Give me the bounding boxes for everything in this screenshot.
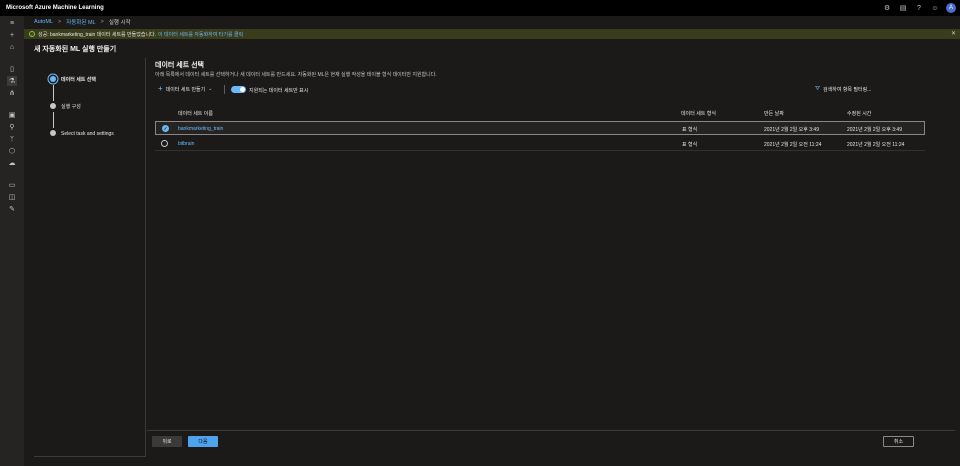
table-row[interactable]: ✓ bankmarketing_train 표 형식 2021년 2월 2일 오… xyxy=(155,121,925,135)
wizard-steps: 데이터 세트 선택 실행 구성 Select task and settings xyxy=(34,58,146,456)
divider xyxy=(147,430,955,431)
home-icon[interactable]: ⌂ xyxy=(7,42,17,52)
radio-icon[interactable] xyxy=(161,140,168,147)
notification-link[interactable]: 이 데이터 세트를 자동화하여 타기를 클릭 xyxy=(158,31,243,38)
filter-icon: ⛛ xyxy=(815,86,821,92)
step-task-settings[interactable]: Select task and settings xyxy=(61,131,114,137)
add-icon: + xyxy=(158,84,163,93)
breadcrumb: AutoML > 자동화된 ML > 실행 시작 xyxy=(34,16,131,27)
divider xyxy=(34,456,146,457)
table-row[interactable]: bitbrain 표 형식 2021년 2월 2일 오전 11:24 2021년… xyxy=(155,137,925,151)
next-button[interactable]: 다음 xyxy=(188,436,218,447)
feedback-icon[interactable]: ▤ xyxy=(898,3,908,13)
labeling-icon[interactable]: ✎ xyxy=(7,204,17,214)
avatar[interactable]: A xyxy=(946,3,956,13)
close-icon[interactable]: ✕ xyxy=(951,30,956,37)
designer-icon[interactable]: ⋔ xyxy=(7,88,17,98)
dataset-name-link[interactable]: bankmarketing_train xyxy=(178,126,223,132)
add-icon[interactable]: + xyxy=(7,30,17,40)
compute-icon[interactable]: ▭ xyxy=(7,180,17,190)
toggle-knob xyxy=(240,87,245,92)
breadcrumb-automl[interactable]: AutoML xyxy=(34,19,53,25)
chevron-down-icon: ⌄ xyxy=(208,86,213,92)
back-button[interactable]: 뒤로 xyxy=(152,436,182,447)
toggle-label: 지원되는 데이터 세트만 표시 xyxy=(249,88,309,94)
filter-input[interactable]: ⛛ 검색하여 항목 필터링... xyxy=(815,86,871,93)
datastores-icon[interactable]: ◫ xyxy=(7,192,17,202)
app-title: Microsoft Azure Machine Learning xyxy=(6,5,104,11)
notebook-icon[interactable]: ▯ xyxy=(7,64,17,74)
dataset-modified: 2021년 2월 2일 오후 3:49 xyxy=(847,127,902,133)
chevron-right-icon: > xyxy=(57,18,62,25)
dataset-type: 표 형식 xyxy=(682,127,698,133)
create-dataset-button[interactable]: + 데이터 세트 만들기 ⌄ xyxy=(158,85,212,93)
dataset-modified: 2021년 2월 2일 오전 11:24 xyxy=(847,142,905,148)
breadcrumb-current: 실행 시작 xyxy=(108,19,131,26)
section-title: 데이터 세트 선택 xyxy=(155,62,204,69)
dataset-type: 표 형식 xyxy=(682,142,698,148)
pipelines-icon[interactable]: ᛘ xyxy=(7,134,17,144)
top-bar: Microsoft Azure Machine Learning ⚙ ▤ ? ☺… xyxy=(0,0,960,16)
column-header-type[interactable]: 데이터 세트 형식 xyxy=(681,110,716,117)
success-check-icon: ✓ xyxy=(29,31,35,37)
settings-icon[interactable]: ⚙ xyxy=(882,3,892,13)
page-title: 새 자동화된 ML 실행 만들기 xyxy=(34,46,117,53)
step-select-dataset[interactable]: 데이터 세트 선택 xyxy=(61,76,96,83)
success-notification: ✓ 성공: bankmarketing_train 데이터 세트를 만들었습니다… xyxy=(24,29,960,39)
step-indicator-active xyxy=(50,76,56,82)
create-dataset-label: 데이터 세트 만들기 xyxy=(165,86,206,93)
breadcrumb-automated-ml[interactable]: 자동화된 ML xyxy=(66,18,95,26)
dataset-created: 2021년 2월 2일 오전 11:24 xyxy=(764,142,822,148)
divider xyxy=(224,85,225,94)
column-header-created[interactable]: 만든 날짜 xyxy=(764,110,784,117)
cancel-button[interactable]: 취소 xyxy=(883,436,914,447)
endpoints-icon[interactable]: ☁ xyxy=(7,158,17,168)
step-connector xyxy=(52,85,54,101)
left-nav: ≡ + ⌂ ▯ ⚗ ⋔ ▣ ⚲ ᛘ ⬡ ☁ ▭ ◫ ✎ xyxy=(0,16,24,466)
chevron-right-icon: > xyxy=(100,18,104,25)
dataset-name-link[interactable]: bitbrain xyxy=(178,141,194,147)
supported-only-toggle[interactable] xyxy=(231,86,246,93)
models-icon[interactable]: ⬡ xyxy=(7,146,17,156)
checkmark-icon[interactable]: ✓ xyxy=(162,125,169,132)
dataset-created: 2021년 2월 2일 오후 3:49 xyxy=(764,127,819,133)
experiments-icon[interactable]: ⚲ xyxy=(7,122,17,132)
step-configure-run[interactable]: 실행 구성 xyxy=(61,103,81,110)
step-indicator xyxy=(50,130,56,136)
datasets-icon[interactable]: ▣ xyxy=(7,110,17,120)
column-header-modified[interactable]: 수정된 시간 xyxy=(847,110,871,117)
section-description: 아래 목록에서 데이터 세트를 선택하거나 새 데이터 세트를 만드세요. 자동… xyxy=(155,72,437,78)
step-connector xyxy=(52,112,54,128)
top-icons: ⚙ ▤ ? ☺ A xyxy=(882,3,956,13)
filter-placeholder: 검색하여 항목 필터링... xyxy=(823,87,872,93)
smiley-icon[interactable]: ☺ xyxy=(930,3,940,13)
column-header-name[interactable]: 데이터 세트 이름 xyxy=(178,110,213,117)
notification-text: 성공: bankmarketing_train 데이터 세트를 만들었습니다. xyxy=(38,31,157,38)
hamburger-icon[interactable]: ≡ xyxy=(7,18,17,28)
automl-icon[interactable]: ⚗ xyxy=(7,76,17,86)
help-icon[interactable]: ? xyxy=(914,3,924,13)
table-header: 데이터 세트 이름 데이터 세트 형식 만든 날짜 수정된 시간 xyxy=(155,108,925,118)
step-indicator xyxy=(50,103,56,109)
